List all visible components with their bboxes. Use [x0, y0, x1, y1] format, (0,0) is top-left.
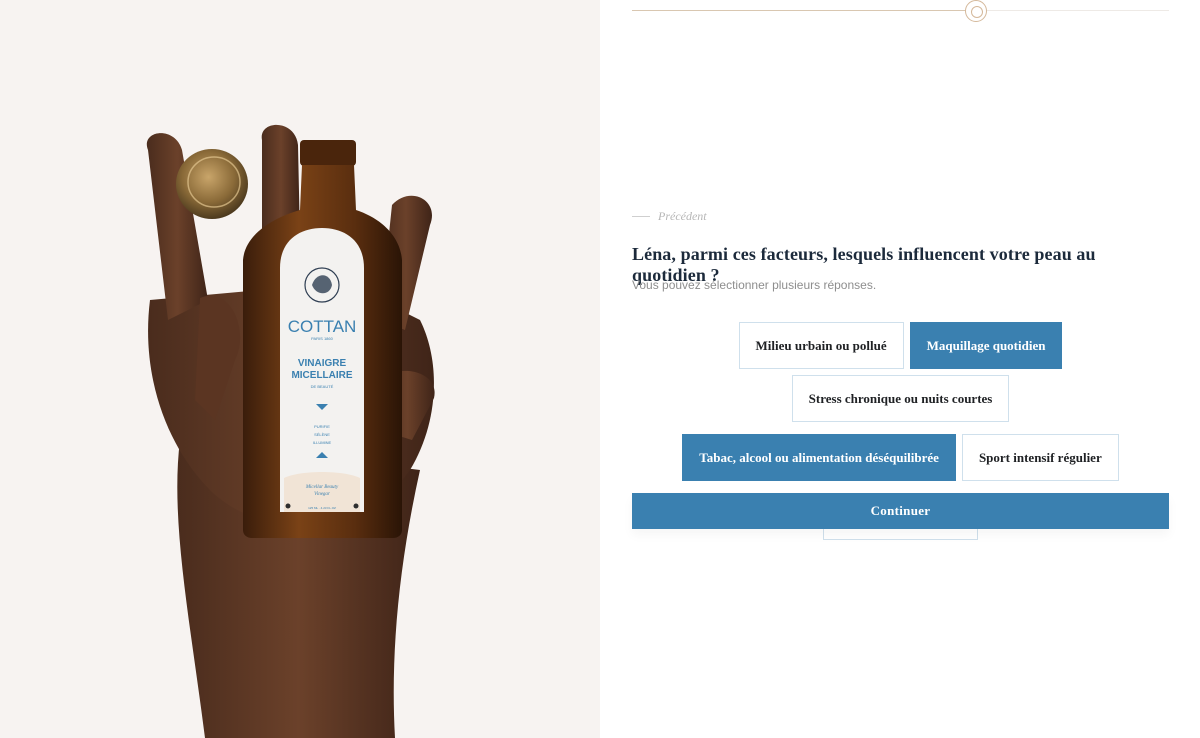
- product-name-sub: DE BEAUTÉ: [311, 384, 334, 389]
- hand-holding-bottle-illustration: COTTAN PARIS 1860 VINAIGRE MICELLAIRE DE…: [146, 124, 435, 738]
- svg-text:Vinegar: Vinegar: [314, 492, 330, 497]
- continue-button[interactable]: Continuer: [632, 493, 1169, 529]
- svg-text:VINAIGRE: VINAIGRE: [298, 358, 347, 369]
- option-maquillage[interactable]: Maquillage quotidien: [909, 322, 1063, 369]
- previous-link[interactable]: Précédent: [632, 209, 707, 224]
- option-tabac-alcool[interactable]: Tabac, alcool ou alimentation déséquilib…: [682, 434, 956, 481]
- svg-text:MICELLAIRE: MICELLAIRE: [291, 370, 352, 381]
- product-brand: COTTAN: [288, 317, 357, 336]
- product-photo: COTTAN PARIS 1860 VINAIGRE MICELLAIRE DE…: [0, 0, 600, 738]
- product-volume: 125 ML · 4.23 FL.OZ: [308, 506, 336, 510]
- svg-text:PURIFIE: PURIFIE: [314, 424, 330, 429]
- progress-bar: [632, 0, 1169, 22]
- option-milieu-urbain[interactable]: Milieu urbain ou pollué: [738, 322, 904, 369]
- option-stress[interactable]: Stress chronique ou nuits courtes: [791, 375, 1010, 422]
- previous-label: Précédent: [658, 209, 707, 223]
- question-hint: Vous pouvez sélectionner plusieurs répon…: [632, 278, 877, 292]
- svg-text:Micellar Beauty: Micellar Beauty: [305, 485, 339, 490]
- progress-marker-icon: [964, 0, 987, 22]
- progress-fill: [632, 10, 976, 11]
- svg-text:SÉLÈNE: SÉLÈNE: [314, 432, 330, 437]
- quiz-panel: Précédent Léna, parmi ces facteurs, lesq…: [600, 0, 1200, 738]
- product-brand-sub: PARIS 1860: [311, 336, 333, 341]
- option-sport[interactable]: Sport intensif régulier: [961, 434, 1119, 481]
- previous-dash-icon: [632, 216, 650, 217]
- svg-text:ILLUMINE: ILLUMINE: [313, 440, 332, 445]
